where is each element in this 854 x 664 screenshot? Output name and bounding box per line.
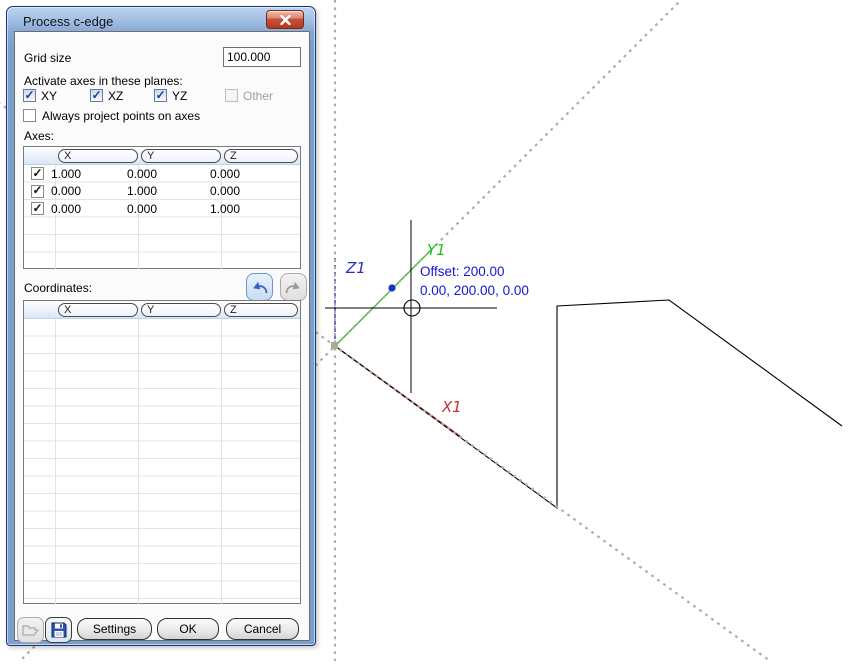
open-file-button [17,617,44,643]
undo-icon [251,280,268,295]
axis-x-cell[interactable]: 0.000 [44,202,120,216]
save-button[interactable] [45,617,72,643]
open-folder-icon [22,623,39,637]
coordinates-header-x[interactable]: X [58,303,138,317]
plane-xy-label: XY [41,89,57,103]
axis-x-cell[interactable]: 0.000 [44,184,120,198]
plane-xz-checkbox[interactable] [90,89,103,102]
coordinates-header-y[interactable]: Y [141,303,221,317]
close-button[interactable] [266,10,304,29]
y1-axis-label: Y1 [427,241,446,259]
redo-icon [285,280,302,295]
offset-annotation: Offset: 200.00 0.00, 200.00, 0.00 [420,262,529,300]
axes-table-header: X Y Z [24,147,300,165]
planes-section-label: Activate axes in these planes: [24,74,183,88]
plane-yz-checkbox[interactable] [154,89,167,102]
redo-button [280,273,307,301]
origin-marker [331,342,338,349]
axis-row-checkbox[interactable] [31,167,44,180]
axes-row: 0.000 1.000 0.000 [24,183,300,201]
undo-button[interactable] [246,273,273,301]
axis-row-checkbox[interactable] [31,202,44,215]
offset-annotation-line2: 0.00, 200.00, 0.00 [420,281,529,300]
axis-y-cell[interactable]: 0.000 [120,167,203,181]
cancel-button[interactable]: Cancel [226,618,299,640]
axis-z-cell[interactable]: 0.000 [203,167,284,181]
dialog-title: Process c-edge [23,14,113,29]
axes-table-body: 1.000 0.000 0.000 0.000 1.000 0.000 0.00… [24,165,300,269]
grid-size-input[interactable] [223,47,301,67]
column-divider [221,319,222,604]
coordinates-table-header: X Y Z [24,301,300,319]
axes-section-label: Axes: [24,129,54,143]
axes-header-z[interactable]: Z [224,149,298,163]
coordinates-table: X Y Z [23,300,301,604]
dialog-client-area: Grid size Activate axes in these planes:… [14,31,310,641]
coordinates-section-label: Coordinates: [24,281,92,295]
plane-xy-checkbox[interactable] [23,89,36,102]
axis-x-cell[interactable]: 1.000 [44,167,120,181]
axis-y-cell[interactable]: 1.000 [120,184,203,198]
axis-z-cell[interactable]: 0.000 [203,184,284,198]
column-divider [138,319,139,604]
axis-row-checkbox[interactable] [31,185,44,198]
column-divider [55,319,56,604]
close-icon [280,15,291,25]
x1-axis-label: X1 [442,398,462,416]
snap-point[interactable] [388,284,395,291]
z1-axis-label: Z1 [346,259,366,277]
plane-other-checkbox [225,89,238,102]
plane-yz-label: YZ [172,89,187,103]
grid-size-label: Grid size [24,51,71,65]
settings-button[interactable]: Settings [77,618,152,640]
plane-xz-label: XZ [108,89,123,103]
ok-button[interactable]: OK [157,618,219,640]
axes-table: X Y Z 1.000 0.000 0.000 0.000 1.000 [23,146,301,269]
plane-other-label: Other [243,89,273,103]
project-points-checkbox[interactable] [23,109,36,122]
axes-header-x[interactable]: X [58,149,138,163]
coordinates-header-z[interactable]: Z [224,303,298,317]
project-points-label: Always project points on axes [42,109,200,123]
coordinates-table-body[interactable] [24,319,300,604]
process-c-edge-dialog: Process c-edge Grid size Activate axes i… [6,6,316,646]
axis-y-cell[interactable]: 0.000 [120,202,203,216]
axis-z-cell[interactable]: 1.000 [203,202,284,216]
floppy-disk-icon [51,622,67,638]
axes-header-y[interactable]: Y [141,149,221,163]
axes-row: 0.000 0.000 1.000 [24,200,300,218]
offset-annotation-line1: Offset: 200.00 [420,262,529,281]
axes-row: 1.000 0.000 0.000 [24,165,300,183]
